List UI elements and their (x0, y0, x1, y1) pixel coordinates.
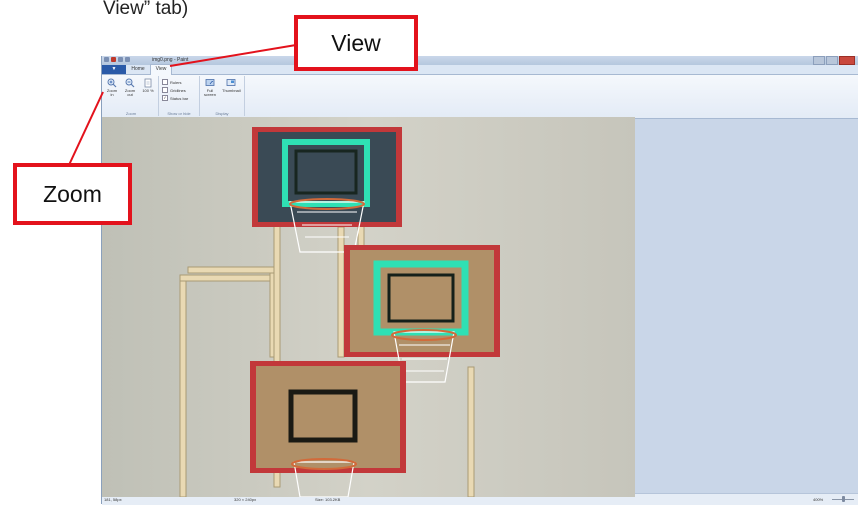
quick-access-toolbar (104, 57, 130, 62)
ribbon: Zoom in Zoom out 100 % Zoom Rulers Gridl… (102, 75, 858, 119)
close-button[interactable] (839, 56, 855, 65)
ribbon-tabs: ▼ Home View (102, 64, 858, 75)
status-bar-toggle[interactable]: ✓ Status bar (162, 95, 188, 101)
file-size: Size: 103.2KB (315, 497, 341, 502)
thumbnail-label: Thumbnail (222, 88, 241, 93)
zoom-group-label: Zoom (125, 111, 137, 116)
page-icon (144, 78, 152, 88)
zoom-callout: Zoom (13, 163, 132, 225)
thumbnail-icon (226, 79, 236, 86)
zoom-group: Zoom in Zoom out 100 % Zoom (104, 76, 159, 116)
gridlines-checkbox[interactable] (162, 87, 168, 93)
hundred-percent-label: 100 % (142, 88, 154, 93)
status-bar-checkbox[interactable]: ✓ (162, 95, 168, 101)
zoom-in-button[interactable]: Zoom in (106, 78, 118, 97)
image-dimensions: 320 × 240px (234, 497, 257, 502)
hundred-percent-button[interactable]: 100 % (142, 78, 154, 93)
zoom-in-label: Zoom in (106, 88, 118, 97)
canvas-image (102, 117, 635, 497)
rulers-toggle[interactable]: Rulers (162, 79, 182, 85)
title-bar: img0.png - Paint (102, 56, 858, 65)
rulers-label: Rulers (170, 79, 182, 85)
basketball-hoops-image (102, 117, 635, 497)
display-group-label: Display (215, 111, 229, 116)
minimize-button[interactable] (813, 56, 825, 65)
full-screen-icon (205, 79, 215, 86)
paint-app-icon[interactable] (104, 57, 109, 62)
save-icon[interactable] (111, 57, 116, 62)
full-screen-label: Full screen (203, 88, 216, 97)
show-or-hide-group: Rulers Gridlines ✓ Status bar Show or hi… (159, 76, 200, 116)
show-or-hide-group-label: Show or hide (167, 111, 191, 116)
maximize-button[interactable] (826, 56, 838, 65)
caption-fragment: View” tab) (103, 0, 189, 19)
zoom-slider-thumb[interactable] (842, 496, 845, 502)
tab-home[interactable]: Home (128, 65, 148, 74)
redo-icon[interactable] (125, 57, 130, 62)
cursor-position: 181, 58px (104, 497, 122, 502)
display-group: Full screen Thumbnail Display (200, 76, 245, 116)
tab-view[interactable]: View (150, 64, 172, 75)
gridlines-label: Gridlines (170, 87, 186, 93)
rulers-checkbox[interactable] (162, 79, 168, 85)
file-menu-button[interactable]: ▼ (102, 65, 126, 74)
gridlines-toggle[interactable]: Gridlines (162, 87, 186, 93)
zoom-out-icon (125, 78, 135, 88)
full-screen-button[interactable]: Full screen (202, 78, 218, 97)
zoom-out-label: Zoom out (124, 88, 136, 97)
thumbnail-button[interactable]: Thumbnail (222, 78, 241, 93)
window-controls (813, 56, 855, 65)
zoom-out-button[interactable]: Zoom out (124, 78, 136, 97)
view-callout: View (294, 15, 418, 71)
zoom-level: 400% (813, 497, 824, 502)
zoom-in-icon (107, 78, 117, 88)
undo-icon[interactable] (118, 57, 123, 62)
status-bar-label: Status bar (170, 95, 189, 101)
